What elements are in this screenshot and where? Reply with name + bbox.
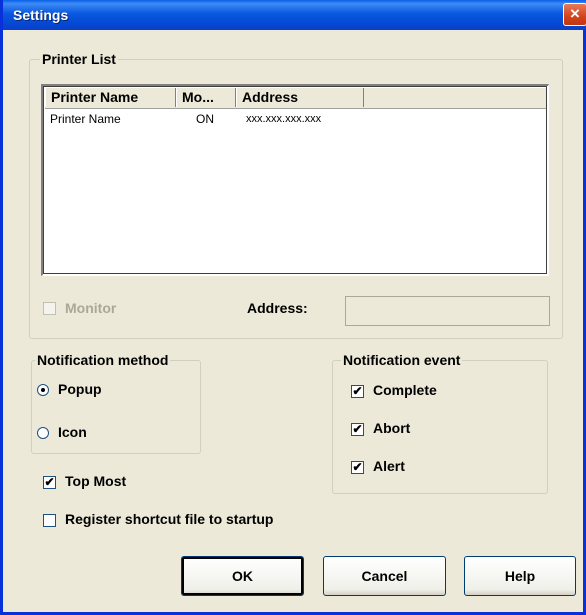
monitor-checkbox[interactable]: [43, 302, 56, 315]
printer-list-legend: Printer List: [40, 51, 118, 67]
checkmark-icon: ✔: [352, 460, 363, 474]
monitor-label: Monitor: [65, 300, 117, 316]
title-bar[interactable]: Settings ×: [3, 0, 586, 30]
notification-method-legend: Notification method: [35, 352, 171, 368]
checkmark-icon: ✔: [44, 475, 55, 489]
radio-dot-icon: [41, 388, 45, 392]
top-most-checkbox[interactable]: ✔: [43, 476, 56, 489]
settings-dialog: Settings × Printer List Printer Name Mo.…: [0, 0, 586, 615]
row-monitor-status: ON: [196, 112, 214, 126]
notification-method-group: Notification method: [31, 352, 201, 454]
abort-checkbox[interactable]: ✔: [351, 423, 364, 436]
column-printer-name[interactable]: Printer Name: [45, 88, 176, 107]
checkmark-icon: ✔: [352, 384, 363, 398]
dialog-title: Settings: [13, 7, 69, 23]
checkmark-icon: ✔: [352, 422, 363, 436]
row-address: xxx.xxx.xxx.xxx: [246, 113, 322, 125]
address-label: Address:: [247, 300, 308, 316]
register-startup-label[interactable]: Register shortcut file to startup: [65, 511, 273, 527]
complete-label[interactable]: Complete: [373, 382, 437, 398]
register-startup-checkbox[interactable]: [43, 514, 56, 527]
notification-event-legend: Notification event: [341, 352, 463, 368]
address-field[interactable]: [345, 296, 550, 326]
top-most-label[interactable]: Top Most: [65, 473, 126, 489]
cancel-button[interactable]: Cancel: [323, 556, 446, 596]
row-printer-name: Printer Name: [50, 112, 121, 126]
close-button[interactable]: ×: [563, 3, 586, 26]
listview-header: Printer Name Mo... Address: [45, 88, 546, 109]
column-monitor[interactable]: Mo...: [176, 88, 236, 107]
column-address[interactable]: Address: [236, 88, 364, 107]
complete-checkbox[interactable]: ✔: [351, 385, 364, 398]
alert-checkbox[interactable]: ✔: [351, 461, 364, 474]
close-icon: ×: [570, 4, 580, 23]
popup-label[interactable]: Popup: [58, 381, 102, 397]
abort-label[interactable]: Abort: [373, 420, 410, 436]
table-row[interactable]: Printer Name ON xxx.xxx.xxx.xxx: [47, 111, 543, 127]
notification-event-group: Notification event: [332, 352, 548, 494]
ok-button[interactable]: OK: [181, 556, 304, 596]
icon-label[interactable]: Icon: [58, 424, 87, 440]
icon-radio[interactable]: [37, 427, 49, 439]
help-button[interactable]: Help: [464, 556, 576, 596]
alert-label[interactable]: Alert: [373, 458, 405, 474]
printer-listview[interactable]: Printer Name Mo... Address Printer Name …: [41, 84, 549, 276]
popup-radio[interactable]: [37, 384, 49, 396]
